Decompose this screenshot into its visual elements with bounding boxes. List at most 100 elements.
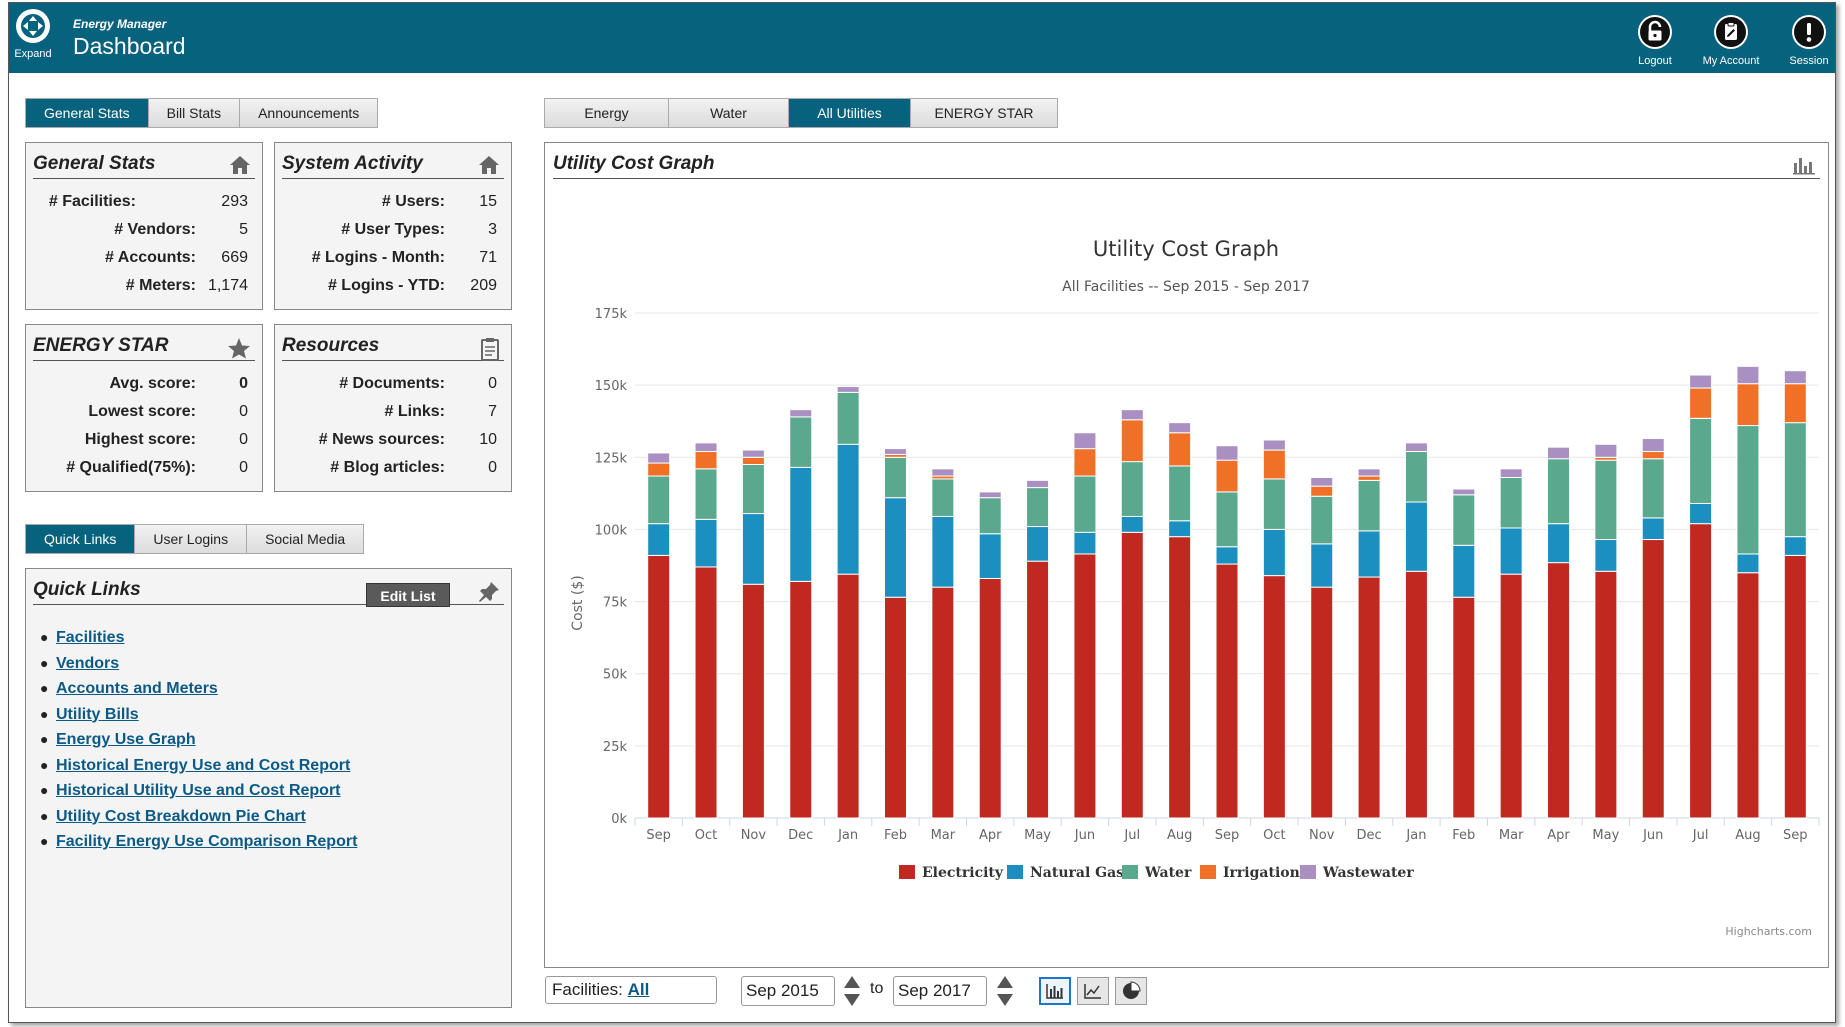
quick-link[interactable]: Historical Utility Use and Cost Report [56, 782, 341, 799]
bar-segment[interactable] [1499, 573, 1523, 819]
bar-segment[interactable] [1452, 596, 1476, 819]
tab-announcements[interactable]: Announcements [240, 99, 378, 127]
bar-segment[interactable] [1689, 523, 1713, 819]
bar-segment[interactable] [1073, 432, 1097, 450]
bar-segment[interactable] [789, 416, 813, 468]
bar-segment[interactable] [1357, 475, 1381, 481]
bar-segment[interactable] [1168, 432, 1192, 467]
bar-segment[interactable] [741, 583, 765, 819]
bar-view-button[interactable] [1039, 977, 1071, 1005]
bar-segment[interactable] [1452, 488, 1476, 496]
bar-segment[interactable] [1641, 438, 1665, 453]
bar-segment[interactable] [694, 518, 718, 568]
bar-segment[interactable] [1262, 575, 1286, 819]
quick-link[interactable]: Facility Energy Use Comparison Report [56, 833, 357, 850]
bar-segment[interactable] [741, 464, 765, 515]
bar-segment[interactable] [1120, 419, 1144, 463]
bar-segment[interactable] [1357, 576, 1381, 819]
bar-segment[interactable] [647, 452, 671, 464]
bar-segment[interactable] [1547, 446, 1571, 460]
legend-item[interactable]: Electricity [922, 865, 1004, 881]
bar-segment[interactable] [1026, 560, 1050, 819]
bar-segment[interactable] [1215, 563, 1239, 819]
bar-segment[interactable] [647, 554, 671, 819]
quick-link[interactable]: Vendors [56, 655, 119, 672]
bar-segment[interactable] [1120, 461, 1144, 517]
home-icon[interactable] [229, 155, 251, 181]
quick-link[interactable]: Energy Use Graph [56, 731, 196, 748]
tab-user-logins[interactable]: User Logins [135, 525, 248, 553]
quick-link[interactable]: Utility Cost Breakdown Pie Chart [56, 808, 306, 825]
quick-link[interactable]: Accounts and Meters [56, 680, 218, 697]
bar-segment[interactable] [1215, 459, 1239, 493]
bar-segment[interactable] [1120, 515, 1144, 533]
bar-segment[interactable] [978, 491, 1002, 499]
tab-general-stats[interactable]: General Stats [26, 99, 149, 127]
bar-segment[interactable] [1689, 374, 1713, 389]
legend-swatch[interactable] [899, 865, 915, 879]
bar-segment[interactable] [1594, 443, 1618, 458]
bar-segment[interactable] [1404, 451, 1428, 503]
clipboard-icon[interactable] [480, 337, 500, 367]
bar-segment[interactable] [931, 478, 955, 517]
bar-segment[interactable] [1310, 495, 1334, 545]
bar-segment[interactable] [836, 443, 860, 575]
bar-segment[interactable] [1310, 485, 1334, 497]
bar-segment[interactable] [1215, 546, 1239, 565]
bar-segment[interactable] [1689, 387, 1713, 419]
bar-segment[interactable] [1736, 365, 1760, 385]
bar-segment[interactable] [1783, 383, 1807, 424]
bar-segment[interactable] [1783, 370, 1807, 385]
tab-energy[interactable]: Energy [545, 99, 669, 127]
bar-segment[interactable] [1547, 523, 1571, 564]
bar-segment[interactable] [931, 468, 955, 477]
bar-segment[interactable] [836, 386, 860, 393]
bar-segment[interactable] [1736, 572, 1760, 819]
session-button[interactable]: Session [1773, 15, 1845, 67]
bar-segment[interactable] [1215, 491, 1239, 548]
bar-segment[interactable] [883, 497, 907, 598]
bar-segment[interactable] [1310, 586, 1334, 819]
bar-segment[interactable] [1120, 409, 1144, 421]
bar-segment[interactable] [1073, 531, 1097, 555]
bar-segment[interactable] [741, 513, 765, 585]
to-date-field[interactable]: Sep 2017 [893, 976, 987, 1006]
bar-segment[interactable] [931, 515, 955, 588]
bar-segment[interactable] [647, 475, 671, 525]
legend-item[interactable]: Wastewater [1322, 865, 1414, 881]
bar-segment[interactable] [1736, 425, 1760, 555]
bar-segment[interactable] [1783, 422, 1807, 538]
quick-link[interactable]: Facilities [56, 629, 124, 646]
facilities-selector[interactable]: Facilities: All [545, 976, 717, 1004]
bar-segment[interactable] [931, 586, 955, 819]
bar-segment[interactable] [1783, 536, 1807, 556]
bar-segment[interactable] [1594, 539, 1618, 572]
bar-segment[interactable] [647, 523, 671, 556]
quick-link[interactable]: Utility Bills [56, 706, 139, 723]
bar-segment[interactable] [1404, 501, 1428, 572]
bar-segment[interactable] [1168, 422, 1192, 434]
bar-segment[interactable] [1026, 479, 1050, 489]
bar-segment[interactable] [978, 497, 1002, 535]
legend-swatch[interactable] [1300, 865, 1316, 879]
bar-segment[interactable] [1499, 527, 1523, 575]
bar-chart-icon[interactable] [1792, 155, 1816, 181]
tab-all-utilities[interactable]: All Utilities [789, 99, 911, 127]
bar-segment[interactable] [647, 462, 671, 477]
bar-segment[interactable] [789, 580, 813, 819]
bar-segment[interactable] [1404, 570, 1428, 819]
legend-swatch[interactable] [1200, 865, 1216, 879]
bar-segment[interactable] [836, 573, 860, 819]
bar-segment[interactable] [1547, 562, 1571, 819]
bar-segment[interactable] [1215, 445, 1239, 461]
highcharts-credit[interactable]: Highcharts.com [1725, 925, 1812, 938]
bar-segment[interactable] [1641, 451, 1665, 460]
bar-segment[interactable] [694, 451, 718, 470]
line-view-button[interactable] [1077, 977, 1109, 1005]
bar-segment[interactable] [1310, 476, 1334, 487]
bar-segment[interactable] [1452, 544, 1476, 598]
bar-segment[interactable] [836, 391, 860, 445]
bar-segment[interactable] [1594, 459, 1618, 541]
bar-segment[interactable] [1262, 528, 1286, 577]
bar-segment[interactable] [1736, 383, 1760, 427]
